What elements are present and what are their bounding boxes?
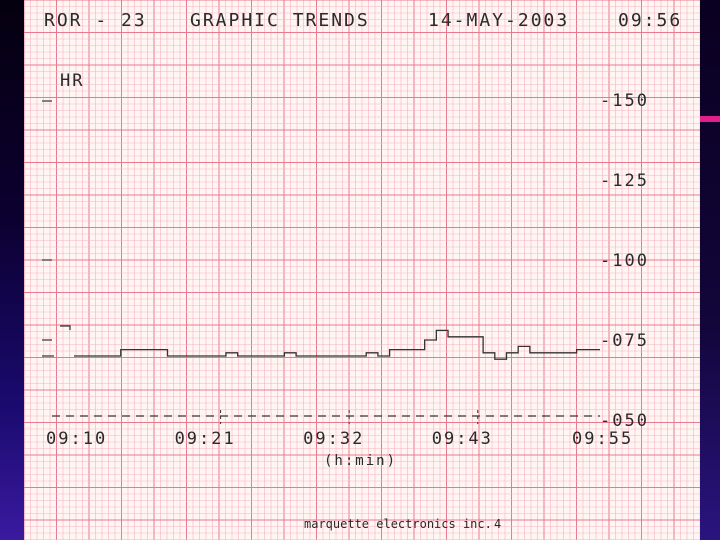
left-backdrop [0,0,24,540]
header-time: 09:56 [618,10,682,31]
right-backdrop [700,0,720,540]
chart-title: GRAPHIC TRENDS [190,10,370,31]
trend-chart: ROR - 23 GRAPHIC TRENDS 14-MAY-2003 09:5… [24,0,700,540]
recorder-strip: ROR - 23 GRAPHIC TRENDS 14-MAY-2003 09:5… [24,0,700,540]
x-tick-label: 09:55 [572,429,633,449]
x-tick-label: 09:43 [432,429,493,449]
y-tick-label: -150 [600,91,649,111]
accent-bar [700,116,720,122]
y-tick-label: -050 [600,411,649,431]
room-label: ROR - 23 [44,10,147,31]
y-tick-label: -100 [600,251,649,271]
x-tick-label: 09:32 [303,429,364,449]
page-number: 4 [494,517,501,531]
x-tick-label: 09:10 [46,429,107,449]
y-axis-label: HR [60,71,84,91]
y-tick-label: -075 [600,331,649,351]
x-tick-label: 09:21 [175,429,236,449]
header-date: 14-MAY-2003 [428,10,569,31]
y-tick-label: -125 [600,171,649,191]
x-tick-labels: 09:10 09:21 09:32 09:43 09:55 [46,429,633,449]
manufacturer-label: marquette electronics inc. [304,517,492,531]
x-axis-label: (h:min) [324,453,397,469]
